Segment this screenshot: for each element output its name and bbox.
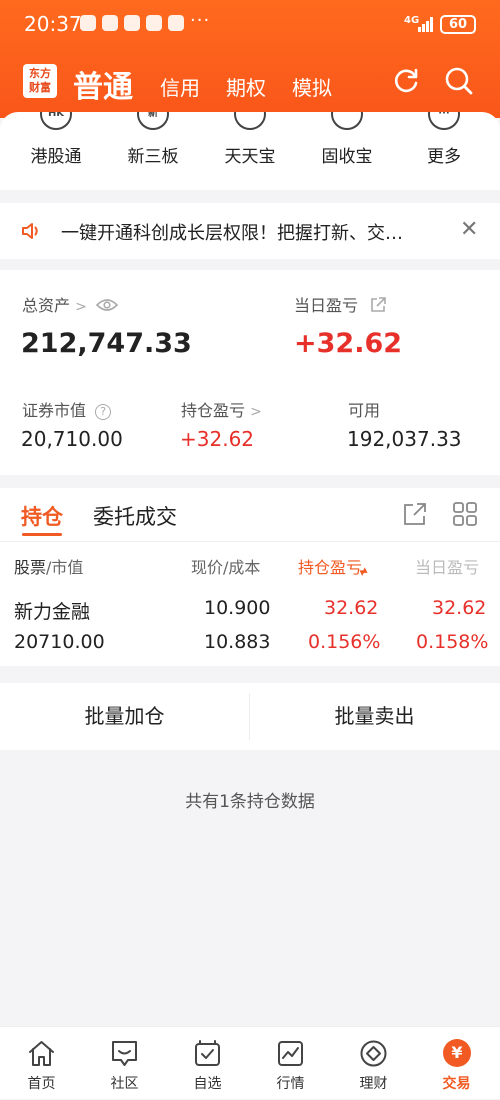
account-nav: 东方 财富 普通 信用 期权 模拟 — [0, 56, 500, 110]
market-value-label[interactable]: 证券市值 ? — [22, 397, 112, 421]
batch-actions: 批量加仓 批量卖出 — [0, 683, 500, 750]
more-icon: ··· — [428, 112, 460, 130]
available-label: 可用 — [348, 401, 381, 420]
shortcut-label: 天天宝 — [224, 147, 276, 167]
daily-pl-value: +32.62 — [294, 328, 403, 359]
fixed-income-icon — [331, 112, 363, 130]
available-value: 192,037.33 — [347, 427, 462, 451]
close-icon[interactable]: ✕ — [460, 217, 478, 242]
status-bar: 20:37 ··· 4G 60 — [0, 0, 500, 50]
watchlist-icon — [195, 1040, 220, 1066]
batch-sell-button[interactable]: 批量卖出 — [250, 683, 499, 750]
position-pl-pct: 0.156% — [308, 631, 381, 653]
hk-icon: HK — [40, 112, 72, 130]
nav-community[interactable]: 社区 — [83, 1027, 166, 1100]
tab-orders[interactable]: 委托成交 — [93, 501, 177, 531]
notification-icon — [146, 15, 162, 31]
nav-watchlist[interactable]: 自选 — [166, 1027, 249, 1100]
position-pl: 32.62 — [324, 597, 379, 619]
notification-icon — [80, 15, 96, 31]
shortcut-more[interactable]: ··· 更多 — [394, 112, 494, 190]
export-icon[interactable] — [402, 501, 428, 527]
shortcut-label: 港股通 — [30, 147, 82, 167]
holdings-count: 共有1条持仓数据 — [185, 792, 315, 812]
nav-market[interactable]: 行情 — [249, 1027, 332, 1100]
header-position-pl[interactable]: 持仓盈亏▴▾ — [298, 554, 368, 579]
app-logo: 东方 财富 — [23, 64, 57, 98]
notice-text: 一键开通科创成长层权限！把握打新、交… — [61, 223, 403, 244]
shortcut-tiantianbao[interactable]: 天天宝 — [200, 112, 300, 190]
share-icon[interactable] — [369, 296, 387, 314]
batch-add-button[interactable]: 批量加仓 — [0, 683, 249, 750]
network-type: 4G — [404, 15, 420, 26]
piggy-bank-icon — [234, 112, 266, 130]
help-icon[interactable]: ? — [95, 404, 112, 420]
shortcut-bar: HK 港股通 新 新三板 天天宝 固收宝 ··· 更多 — [0, 112, 500, 190]
home-icon — [29, 1041, 54, 1066]
total-assets-label[interactable]: 总资产 > — [22, 292, 119, 316]
stock-name: 新力金融 — [14, 601, 91, 623]
tab-positions[interactable]: 持仓 — [21, 501, 63, 531]
cost-price: 10.883 — [204, 631, 271, 653]
active-tab-indicator — [22, 533, 62, 536]
speaker-icon — [22, 223, 38, 239]
header-stock[interactable]: 股票/市值 — [14, 554, 83, 578]
refresh-icon[interactable] — [391, 66, 421, 96]
assets-card: 总资产 > 212,747.33 当日盈亏 +32.62 证券市值 ? 20,7… — [0, 270, 500, 475]
shortcut-fixed-income[interactable]: 固收宝 — [297, 112, 397, 190]
current-price: 10.900 — [204, 597, 271, 619]
daily-pl-pct: 0.158% — [416, 631, 489, 653]
wealth-icon — [360, 1040, 387, 1067]
holdings-panel: 持仓 委托成交 股票/市值 现价/成本 持仓盈亏▴▾ 当日盈亏 新力金融 207… — [0, 488, 500, 666]
nav-trade[interactable]: ¥ 交易 — [415, 1027, 498, 1100]
search-icon[interactable] — [444, 66, 474, 96]
header-daily-pl[interactable]: 当日盈亏 — [415, 554, 479, 578]
tab-options[interactable]: 期权 — [226, 72, 266, 101]
eye-icon[interactable] — [95, 298, 119, 312]
shortcut-label: 更多 — [427, 147, 461, 167]
shortcut-label: 固收宝 — [321, 147, 373, 167]
notification-icon — [124, 15, 140, 31]
tab-simulation[interactable]: 模拟 — [292, 72, 332, 101]
top-header: 20:37 ··· 4G 60 东方 财富 普通 信用 期权 模拟 — [0, 0, 500, 118]
nav-home[interactable]: 首页 — [0, 1027, 83, 1100]
grid-view-icon[interactable] — [452, 501, 478, 527]
tab-credit[interactable]: 信用 — [160, 72, 200, 101]
more-notifications: ··· — [190, 10, 211, 31]
tab-normal[interactable]: 普通 — [73, 62, 133, 106]
notification-icon — [102, 15, 118, 31]
shortcut-hk-connect[interactable]: HK 港股通 — [6, 112, 106, 190]
battery-icon: 60 — [440, 15, 476, 34]
notification-icon — [168, 15, 184, 31]
signal-icon — [418, 16, 436, 32]
status-time: 20:37 — [24, 12, 82, 36]
notice-banner[interactable]: 一键开通科创成长层权限！把握打新、交… ✕ — [0, 203, 500, 259]
position-pl-value: +32.62 — [180, 427, 255, 451]
bottom-nav: 首页 社区 自选 行情 理财 ¥ 交易 — [0, 1026, 500, 1099]
shortcut-label: 新三板 — [127, 147, 179, 167]
stock-market-value: 20710.00 — [14, 631, 105, 653]
divider — [0, 541, 500, 542]
daily-pl: 32.62 — [432, 597, 487, 619]
trade-icon: ¥ — [443, 1039, 471, 1067]
new-board-icon: 新 — [137, 112, 169, 130]
shortcut-new-third-board[interactable]: 新 新三板 — [103, 112, 203, 190]
market-icon — [278, 1041, 303, 1066]
position-pl-label[interactable]: 持仓盈亏 > — [181, 397, 262, 421]
daily-pl-label[interactable]: 当日盈亏 — [294, 292, 387, 316]
header-price-cost[interactable]: 现价/成本 — [191, 554, 260, 578]
total-assets-value: 212,747.33 — [21, 328, 192, 359]
community-icon — [112, 1041, 137, 1066]
nav-wealth[interactable]: 理财 — [332, 1027, 415, 1100]
market-value: 20,710.00 — [21, 427, 123, 451]
